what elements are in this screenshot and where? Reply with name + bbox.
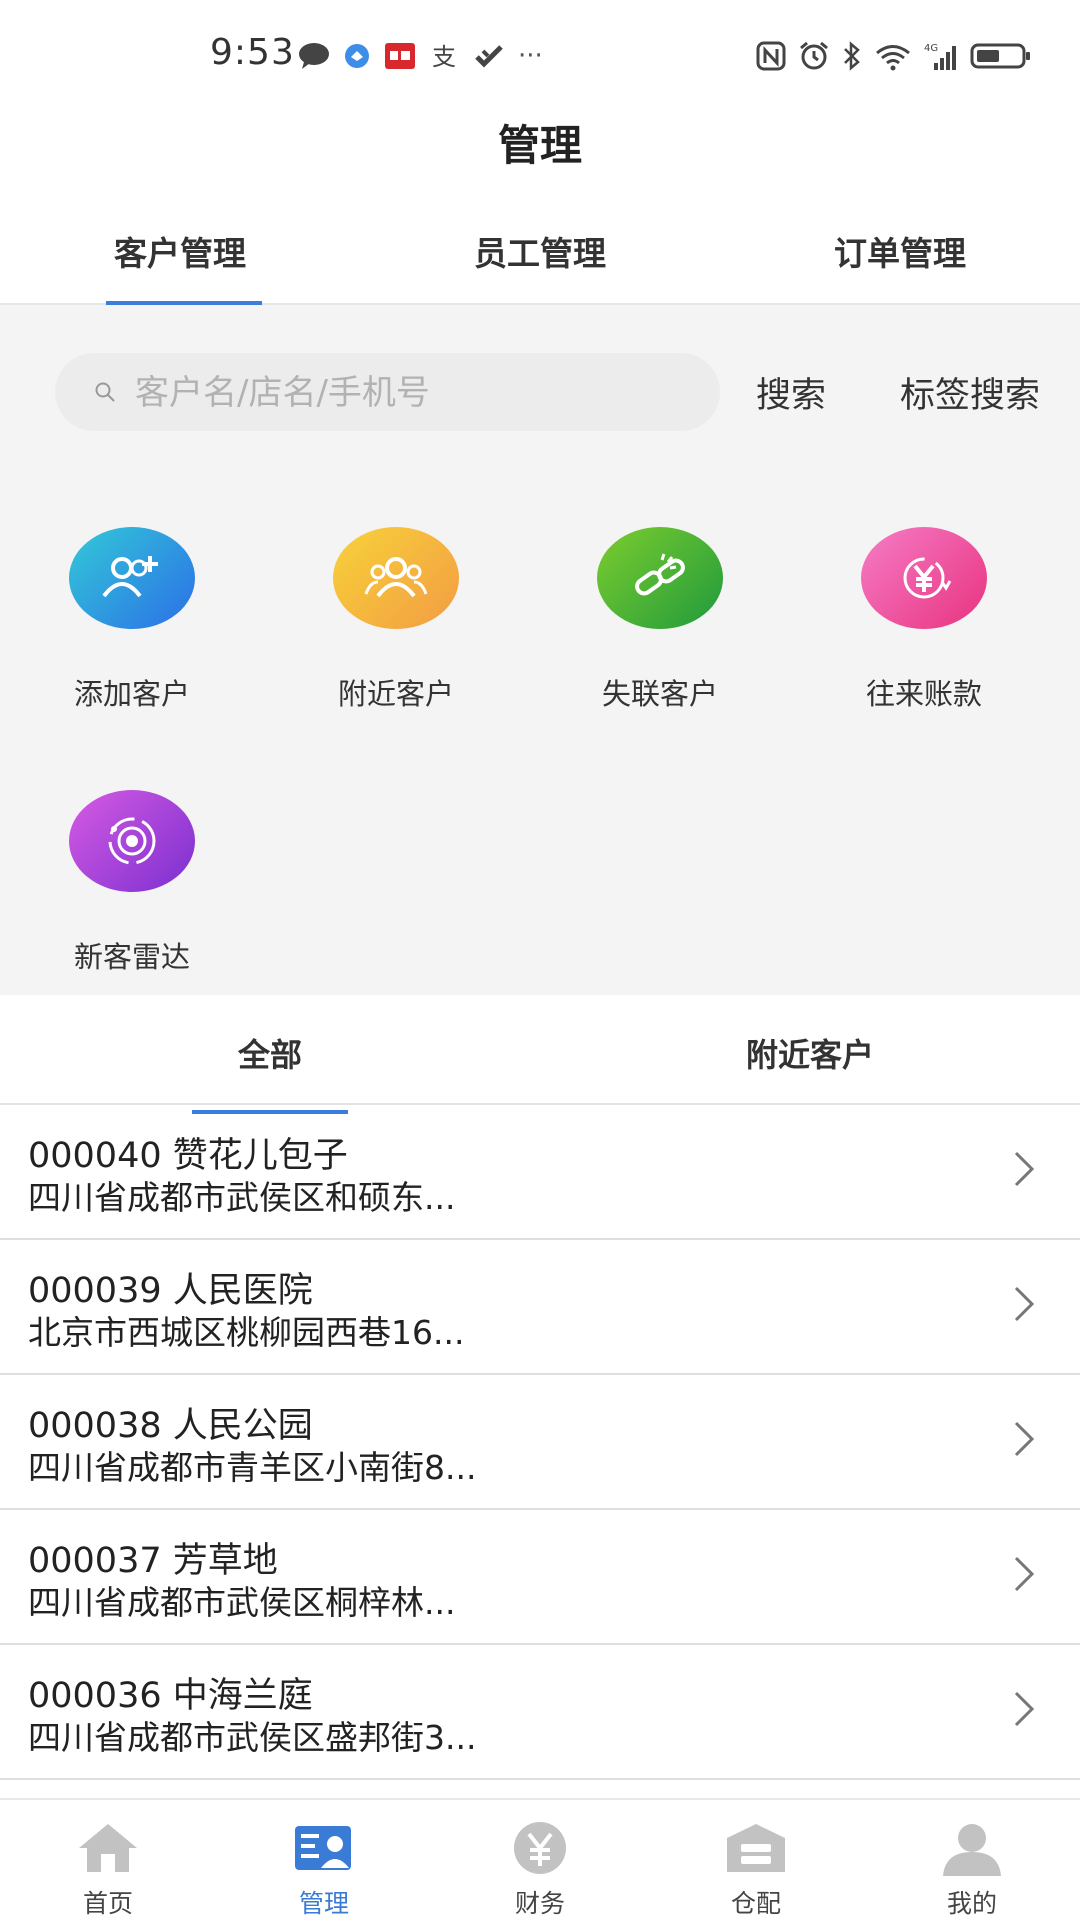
checkmark-app-icon <box>474 43 504 69</box>
bottom-nav: 首页 管理 财务 仓配 我的 <box>0 1798 1080 1922</box>
new-customer-radar-button[interactable]: 新客雷达 <box>0 790 264 976</box>
nav-warehouse[interactable]: 仓配 <box>648 1814 864 1920</box>
add-user-icon <box>69 527 195 629</box>
top-tab-bar: 客户管理 员工管理 订单管理 <box>0 205 1080 305</box>
chevron-right-icon <box>1012 1284 1038 1328</box>
nav-management[interactable]: 管理 <box>216 1814 432 1920</box>
tab-all[interactable]: 全部 <box>0 1030 540 1114</box>
group-icon <box>333 527 459 629</box>
tag-search-button[interactable]: 标签搜索 <box>900 367 1040 418</box>
nav-warehouse-label: 仓配 <box>730 1889 781 1918</box>
nav-finance[interactable]: 财务 <box>432 1814 648 1920</box>
wifi-icon <box>874 41 912 71</box>
add-customer-button[interactable]: 添加客户 <box>0 527 264 713</box>
page-title: 管理 <box>497 121 582 170</box>
nfc-icon <box>756 41 786 71</box>
status-time: 9:53 <box>210 32 295 73</box>
chevron-right-icon <box>1012 1149 1038 1193</box>
chevron-right-icon <box>1012 1419 1038 1463</box>
chat-icon <box>298 42 330 70</box>
search-icon <box>93 380 117 408</box>
broken-link-icon <box>597 527 723 629</box>
accounts-label: 往来账款 <box>865 677 982 711</box>
customer-tools-panel: 搜索 标签搜索 添加客户 附近客户 失联客户 往来账款 新客雷达 <box>0 305 1080 995</box>
svg-text:支: 支 <box>432 43 456 70</box>
list-item[interactable]: 000040 赞花儿包子 四川省成都市武侯区和硕东... <box>0 1105 1080 1240</box>
alarm-icon <box>798 41 830 71</box>
management-icon <box>216 1814 432 1876</box>
lost-customer-button[interactable]: 失联客户 <box>528 527 792 713</box>
nav-home[interactable]: 首页 <box>0 1814 216 1920</box>
search-input[interactable] <box>133 353 697 433</box>
tab-order-management[interactable]: 订单管理 <box>750 227 1050 275</box>
chevron-right-icon <box>1012 1554 1038 1598</box>
warehouse-icon <box>648 1814 864 1876</box>
signal-icon: 4G <box>924 41 958 71</box>
list-item[interactable]: 000039 人民医院 北京市西城区桃柳园西巷16... <box>0 1240 1080 1375</box>
customer-filter-tabs: 全部 附近客户 <box>0 995 1080 1114</box>
list-item[interactable]: 000038 人民公园 四川省成都市青羊区小南街8... <box>0 1375 1080 1510</box>
nearby-customer-label: 附近客户 <box>337 677 454 711</box>
svg-text:4G: 4G <box>924 43 938 54</box>
customer-address: 四川省成都市武侯区和硕东... <box>28 1178 456 1217</box>
lost-customer-label: 失联客户 <box>601 677 718 711</box>
battery-icon <box>970 41 1032 71</box>
search-box <box>55 353 720 433</box>
list-item[interactable]: 000036 中海兰庭 四川省成都市武侯区盛邦街3... <box>0 1645 1080 1780</box>
home-icon <box>0 1814 216 1876</box>
customer-address: 四川省成都市武侯区盛邦街3... <box>28 1718 477 1757</box>
add-customer-label: 添加客户 <box>73 677 190 711</box>
app-icon <box>344 43 370 69</box>
notification-icons: 支 ··· <box>298 38 543 74</box>
nav-profile-label: 我的 <box>946 1889 997 1918</box>
customer-list: 000040 赞花儿包子 四川省成都市武侯区和硕东... 000039 人民医院… <box>0 1105 1080 1780</box>
system-icons: 4G <box>756 38 1032 74</box>
tab-customer-management[interactable]: 客户管理 <box>30 227 330 305</box>
yuan-exchange-icon <box>861 527 987 629</box>
customer-address: 四川省成都市武侯区桐梓林... <box>28 1583 456 1622</box>
app-icon-red <box>384 42 416 70</box>
accounts-button[interactable]: 往来账款 <box>792 527 1056 713</box>
chevron-right-icon <box>1012 1689 1038 1733</box>
more-dots-icon: ··· <box>518 41 543 71</box>
radar-icon <box>69 790 195 892</box>
bluetooth-icon <box>842 41 862 71</box>
alipay-icon: 支 <box>430 42 460 70</box>
customer-address: 四川省成都市青羊区小南街8... <box>28 1448 477 1487</box>
new-customer-radar-label: 新客雷达 <box>73 940 190 974</box>
status-bar: 9:53 支 ··· 4G <box>0 0 1080 110</box>
nav-finance-label: 财务 <box>514 1889 565 1918</box>
search-button[interactable]: 搜索 <box>756 367 826 418</box>
profile-icon <box>864 1814 1080 1876</box>
finance-yuan-icon <box>432 1814 648 1876</box>
nav-home-label: 首页 <box>82 1889 133 1918</box>
tab-staff-management[interactable]: 员工管理 <box>390 227 690 275</box>
tab-nearby-customers[interactable]: 附近客户 <box>540 1030 1080 1076</box>
nearby-customer-button[interactable]: 附近客户 <box>264 527 528 713</box>
nav-profile[interactable]: 我的 <box>864 1814 1080 1920</box>
nav-management-label: 管理 <box>298 1889 349 1918</box>
customer-address: 北京市西城区桃柳园西巷16... <box>28 1313 465 1352</box>
list-item[interactable]: 000037 芳草地 四川省成都市武侯区桐梓林... <box>0 1510 1080 1645</box>
